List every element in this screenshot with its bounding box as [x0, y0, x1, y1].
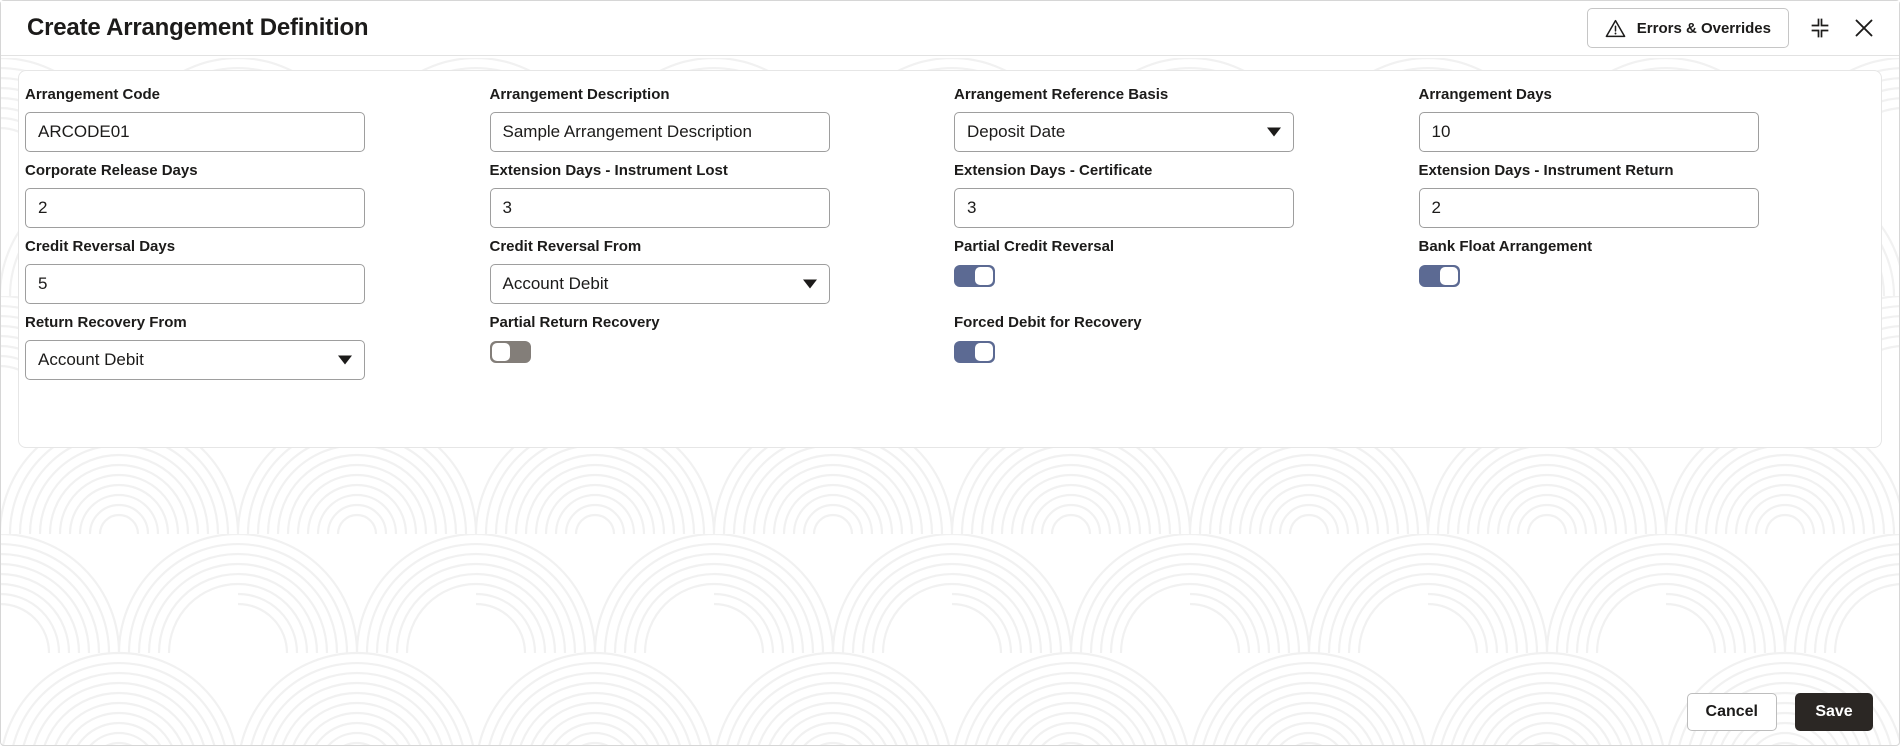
- field-control: [1418, 188, 1866, 228]
- credit-reversal-from-select[interactable]: Account Debit: [489, 264, 830, 304]
- toggle-knob: [975, 343, 993, 361]
- extension-days-instrument-lost-input[interactable]: [489, 188, 830, 228]
- field-label: Extension Days - Certificate: [954, 162, 1153, 179]
- field-control: [1418, 265, 1866, 287]
- field-label: Partial Return Recovery: [489, 314, 660, 331]
- field-label: Partial Credit Reversal: [954, 238, 1115, 255]
- save-button[interactable]: Save: [1795, 693, 1873, 731]
- dialog-footer: Cancel Save: [1, 679, 1899, 745]
- field-arrangement-code: Arrangement Code: [25, 85, 490, 161]
- field-bank-float-arrangement: Bank Float Arrangement: [1418, 237, 1884, 313]
- titlebar-actions: Errors & Overrides: [1586, 8, 1877, 48]
- errors-and-overrides-button[interactable]: Errors & Overrides: [1586, 8, 1789, 48]
- field-label: Return Recovery From: [25, 314, 187, 331]
- field-arrangement-days: Arrangement Days: [1418, 85, 1884, 161]
- field-control: Account Debit: [489, 264, 937, 304]
- close-icon[interactable]: [1851, 15, 1877, 41]
- field-label: Arrangement Days: [1418, 86, 1552, 103]
- corporate-release-days-input[interactable]: [25, 188, 365, 228]
- field-label: Forced Debit for Recovery: [954, 314, 1142, 331]
- extension-days-certificate-input[interactable]: [954, 188, 1294, 228]
- bank-float-arrangement-toggle[interactable]: [1418, 265, 1460, 287]
- errors-and-overrides-label: Errors & Overrides: [1636, 19, 1771, 37]
- field-control: Deposit Date: [954, 112, 1401, 152]
- partial-return-recovery-toggle[interactable]: [489, 341, 531, 363]
- field-extension-days-certificate: Extension Days - Certificate: [954, 161, 1419, 237]
- partial-credit-reversal-toggle[interactable]: [954, 265, 995, 287]
- field-partial-return-recovery: Partial Return Recovery: [489, 313, 955, 389]
- field-control: [489, 341, 937, 363]
- form-row: Corporate Release Days Extension Days - …: [25, 161, 1883, 237]
- field-label: Credit Reversal From: [489, 238, 642, 255]
- arrangement-code-input[interactable]: [25, 112, 365, 152]
- field-label: Arrangement Reference Basis: [954, 86, 1169, 103]
- field-label: Arrangement Code: [25, 86, 161, 103]
- forced-debit-for-recovery-toggle[interactable]: [954, 341, 995, 363]
- arrangement-form-card: Arrangement Code Arrangement Description…: [18, 70, 1882, 448]
- extension-days-instrument-return-input[interactable]: [1418, 188, 1759, 228]
- form-row: Return Recovery From Account Debit Parti…: [25, 313, 1883, 389]
- field-credit-reversal-days: Credit Reversal Days: [25, 237, 490, 313]
- return-recovery-from-select[interactable]: Account Debit: [25, 340, 365, 380]
- credit-reversal-days-input[interactable]: [25, 264, 365, 304]
- field-label: Credit Reversal Days: [25, 238, 176, 255]
- arrangement-reference-basis-select[interactable]: Deposit Date: [954, 112, 1294, 152]
- form-grid: Arrangement Code Arrangement Description…: [19, 71, 1883, 389]
- page-root: Create Arrangement Definition Errors & O…: [0, 0, 1900, 746]
- field-extension-days-instrument-return: Extension Days - Instrument Return: [1418, 161, 1884, 237]
- warning-triangle-icon: [1605, 19, 1626, 38]
- field-label: Arrangement Description: [489, 86, 670, 103]
- select-value: Deposit Date: [954, 112, 1294, 152]
- field-return-recovery-from: Return Recovery From Account Debit: [25, 313, 490, 389]
- field-control: [489, 188, 937, 228]
- field-control: [489, 112, 937, 152]
- field-control: [954, 265, 1401, 287]
- page-title: Create Arrangement Definition: [27, 14, 369, 41]
- field-label: Extension Days - Instrument Return: [1418, 162, 1674, 179]
- field-control: [25, 264, 472, 304]
- dialog-titlebar: Create Arrangement Definition Errors & O…: [1, 1, 1899, 56]
- field-arrangement-reference-basis: Arrangement Reference Basis Deposit Date: [954, 85, 1419, 161]
- field-arrangement-description: Arrangement Description: [489, 85, 955, 161]
- arrangement-days-input[interactable]: [1418, 112, 1759, 152]
- field-forced-debit-for-recovery: Forced Debit for Recovery: [954, 313, 1419, 389]
- field-control: [1418, 112, 1866, 152]
- field-empty-placeholder: [1419, 313, 1884, 389]
- field-control: Account Debit: [25, 340, 472, 380]
- toggle-knob: [1439, 267, 1458, 285]
- field-control: [954, 341, 1401, 363]
- form-row: Credit Reversal Days Credit Reversal Fro…: [25, 237, 1883, 313]
- select-value: Account Debit: [25, 340, 365, 380]
- field-credit-reversal-from: Credit Reversal From Account Debit: [489, 237, 955, 313]
- field-label: Extension Days - Instrument Lost: [489, 162, 728, 179]
- field-label: Bank Float Arrangement: [1418, 238, 1593, 255]
- field-control: [25, 112, 472, 152]
- form-row: Arrangement Code Arrangement Description…: [25, 85, 1883, 161]
- field-extension-days-instrument-lost: Extension Days - Instrument Lost: [489, 161, 955, 237]
- field-control: [954, 188, 1401, 228]
- arrangement-description-input[interactable]: [489, 112, 830, 152]
- field-partial-credit-reversal: Partial Credit Reversal: [954, 237, 1419, 313]
- field-corporate-release-days: Corporate Release Days: [25, 161, 490, 237]
- collapse-icon[interactable]: [1807, 15, 1833, 41]
- select-value: Account Debit: [489, 264, 830, 304]
- toggle-knob: [975, 267, 993, 285]
- toggle-knob: [491, 343, 510, 361]
- field-label: Corporate Release Days: [25, 162, 198, 179]
- cancel-button[interactable]: Cancel: [1686, 693, 1777, 731]
- field-control: [25, 188, 472, 228]
